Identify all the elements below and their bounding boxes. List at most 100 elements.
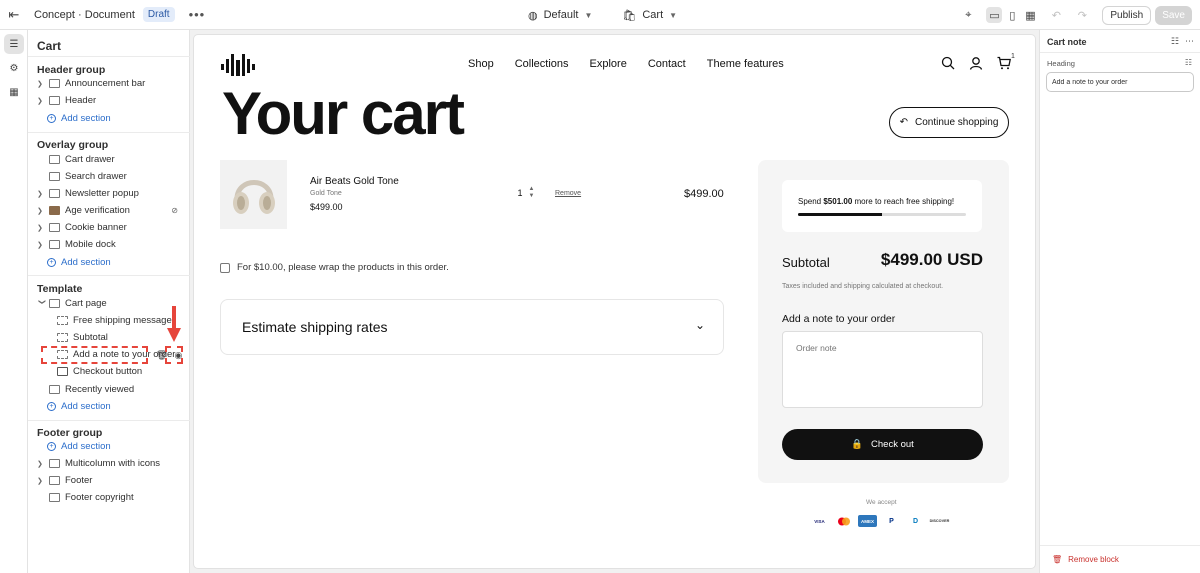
add-section-label: Add section: [61, 441, 111, 452]
section-icon: [49, 223, 60, 232]
fullscreen-icon[interactable]: ▦: [1022, 7, 1038, 23]
device-toggle: ▭ ▯ ▦: [986, 7, 1038, 23]
mobile-icon[interactable]: ▯: [1004, 7, 1020, 23]
sidebar-item-search-drawer[interactable]: Search drawer: [28, 168, 190, 185]
nav-theme-features[interactable]: Theme features: [707, 58, 784, 70]
product-price: $499.00: [310, 202, 343, 212]
block-subtotal[interactable]: Subtotal: [28, 329, 190, 346]
nav-shop[interactable]: Shop: [468, 58, 494, 70]
continue-shopping-button[interactable]: ↶ Continue shopping: [889, 107, 1009, 138]
theme-select[interactable]: ◍ Default ▼: [520, 9, 600, 22]
eye-hidden-icon[interactable]: ⊘: [171, 206, 178, 215]
chevron-up-icon[interactable]: ▲: [529, 186, 535, 193]
redo-icon[interactable]: ↷: [1074, 7, 1090, 23]
sidebar-item-cookie-banner[interactable]: ❯ Cookie banner: [28, 219, 190, 236]
sidebar-item-label: Mobile dock: [65, 239, 116, 250]
section-icon: [49, 299, 60, 308]
exit-icon[interactable]: ⇤: [0, 0, 28, 30]
subtotal-value: $499.00 USD: [880, 250, 983, 269]
image-section-icon: [49, 206, 60, 215]
account-icon[interactable]: [969, 56, 983, 70]
diners-icon: D: [912, 517, 919, 525]
sections-sidebar: Cart Header group ❯ Announcement bar ❯ Hea…: [28, 30, 190, 573]
sidebar-item-mobile-dock[interactable]: ❯ Mobile dock: [28, 236, 190, 253]
publish-button[interactable]: Publish: [1102, 5, 1152, 25]
header-icons: [941, 56, 1011, 70]
sidebar-item-footer[interactable]: ❯ Footer: [28, 472, 190, 489]
sidebar-item-footer-copyright[interactable]: Footer copyright: [28, 489, 190, 506]
order-note-input[interactable]: [782, 331, 983, 408]
chevron-right-icon: ❯: [37, 80, 43, 88]
more-icon[interactable]: ⋯: [1185, 36, 1194, 47]
lock-icon: 🔒: [851, 439, 864, 450]
search-icon[interactable]: [941, 56, 955, 70]
add-section-button[interactable]: + Add section: [28, 398, 190, 415]
subtotal-label: Subtotal: [782, 255, 830, 270]
nav-explore[interactable]: Explore: [590, 58, 627, 70]
quantity-arrows[interactable]: ▲ ▼: [529, 186, 535, 200]
top-bar: ⇤ Concept · Document Draft ••• ◍ Default…: [0, 0, 1200, 30]
sidebar-item-label: Search drawer: [65, 171, 127, 182]
product-name[interactable]: Air Beats Gold Tone: [310, 176, 399, 187]
checkout-button[interactable]: 🔒 Check out: [782, 429, 983, 460]
quantity-stepper[interactable]: 1 ▲ ▼: [508, 181, 544, 205]
more-actions-button[interactable]: •••: [189, 7, 206, 22]
nav-contact[interactable]: Contact: [648, 58, 686, 70]
apps-icon[interactable]: ▦: [4, 82, 24, 102]
cart-icon[interactable]: [997, 56, 1011, 70]
gift-wrap-checkbox[interactable]: [220, 262, 230, 273]
sidebar-item-header[interactable]: ❯ Header: [28, 92, 190, 109]
remove-block-button[interactable]: 🗑 Remove block: [1052, 555, 1119, 564]
database-icon[interactable]: ☷: [1171, 36, 1179, 47]
chevron-right-icon: ❯: [37, 477, 43, 485]
page-selectors: ◍ Default ▼ 🛍 Cart ▼: [520, 0, 685, 30]
sidebar-item-cart-page[interactable]: ❯ Cart page: [28, 295, 190, 312]
chevron-down-icon[interactable]: ▼: [529, 193, 535, 200]
settings-icon[interactable]: ⚙: [4, 58, 24, 78]
page-select[interactable]: 🛍 Cart ▼: [614, 9, 685, 22]
amex-icon: AMEX: [858, 515, 877, 527]
add-section-button[interactable]: + Add section: [28, 438, 190, 455]
panel-actions: ☷ ⋯: [1171, 36, 1194, 47]
block-free-shipping-message[interactable]: Free shipping message: [28, 312, 190, 329]
divider: [28, 420, 190, 421]
status-badge: Draft: [142, 7, 175, 22]
remove-item-link[interactable]: Remove: [555, 190, 581, 197]
section-icon: [49, 459, 60, 468]
desktop-icon[interactable]: ▭: [986, 7, 1003, 23]
inspector-icon[interactable]: ⌖: [960, 7, 976, 23]
sidebar-title: Cart: [37, 39, 62, 53]
nav-collections[interactable]: Collections: [515, 58, 569, 70]
block-label: Checkout button: [73, 366, 143, 377]
sidebar-item-cart-drawer[interactable]: Cart drawer: [28, 151, 190, 168]
shipping-estimator[interactable]: Estimate shipping rates ⌄: [220, 299, 724, 355]
block-icon: [57, 333, 68, 342]
chevron-right-icon: ❯: [37, 460, 43, 468]
section-icon: [49, 493, 60, 502]
divider: [28, 275, 190, 276]
sidebar-item-age-verification[interactable]: ❯ Age verification ⊘: [28, 202, 190, 219]
sidebar-item-newsletter-popup[interactable]: ❯ Newsletter popup: [28, 185, 190, 202]
chevron-down-icon: ❯: [38, 298, 45, 305]
gift-wrap-option[interactable]: For $10.00, please wrap the products in …: [220, 262, 449, 273]
heading-input[interactable]: [1046, 72, 1194, 92]
section-icon: [49, 476, 60, 485]
product-image[interactable]: [220, 160, 287, 229]
sidebar-item-label: Cart drawer: [65, 154, 115, 165]
sidebar-item-recently-viewed[interactable]: Recently viewed: [28, 381, 190, 398]
sections-icon[interactable]: ☰: [4, 34, 24, 54]
add-section-button[interactable]: + Add section: [28, 110, 190, 127]
save-button[interactable]: Save: [1155, 5, 1192, 25]
sidebar-item-multicolumn[interactable]: ❯ Multicolumn with icons: [28, 455, 190, 472]
divider: [1040, 545, 1200, 546]
visa-icon: VISA: [814, 518, 825, 524]
add-section-button[interactable]: + Add section: [28, 254, 190, 271]
block-checkout-button[interactable]: Checkout button: [28, 363, 190, 380]
sidebar-item-announcement-bar[interactable]: ❯ Announcement bar: [28, 75, 190, 92]
plus-icon: +: [47, 442, 56, 451]
annotation-arrow-icon: [167, 306, 181, 342]
chevron-down-icon: ▼: [669, 10, 678, 20]
undo-icon[interactable]: ↶: [1048, 7, 1064, 23]
palette-icon: ◍: [528, 9, 538, 22]
dynamic-source-icon[interactable]: ☷: [1185, 58, 1192, 67]
